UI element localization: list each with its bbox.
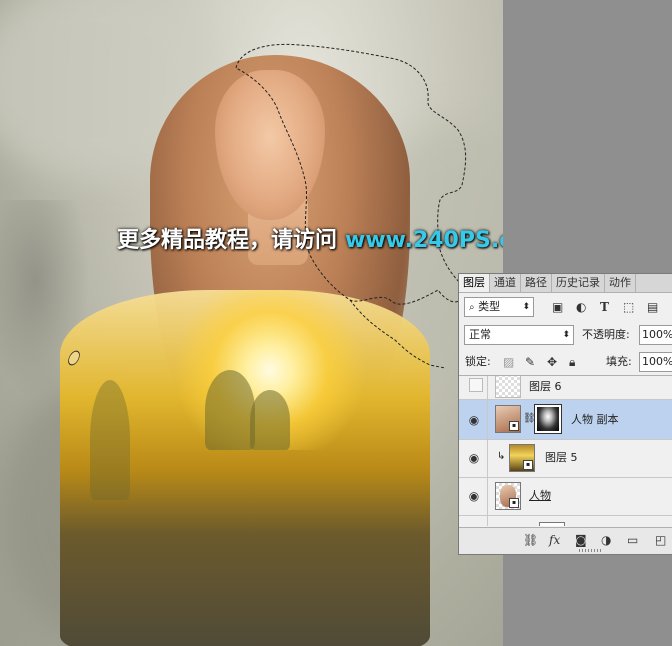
watermark-site: www.240PS.com xyxy=(345,228,503,253)
watermark: 更多精品教程，请访问 www.240PS.com xyxy=(117,222,503,254)
chevron-updown-icon: ⬍ xyxy=(522,302,530,312)
filter-kind-select[interactable]: ⌕ 类型 ⬍ xyxy=(464,297,534,317)
clipping-arrow-icon: ↳ xyxy=(497,451,506,462)
tab-channels[interactable]: 通道 xyxy=(490,274,521,292)
opacity-label: 不透明度: xyxy=(582,328,630,341)
layer-row-layer6[interactable]: 图层 6 xyxy=(459,376,672,400)
smart-object-icon: ▪ xyxy=(509,498,519,508)
search-icon: ⌕ xyxy=(469,302,475,313)
panel-resize-grip[interactable] xyxy=(579,549,601,552)
fill-label: 填充: xyxy=(606,355,632,368)
group-icon[interactable]: ▭ xyxy=(627,533,638,547)
type-filter-icon[interactable]: T xyxy=(600,297,609,317)
lock-transparent-icon[interactable]: ▨ xyxy=(503,352,514,372)
layer-name[interactable]: 人物 副本 xyxy=(571,413,619,427)
opacity-input[interactable]: 100% xyxy=(639,325,672,345)
lock-label: 锁定: xyxy=(465,355,491,368)
tab-paths[interactable]: 路径 xyxy=(521,274,552,292)
layer-name[interactable]: 人物 xyxy=(529,489,551,503)
layer-thumbnail xyxy=(495,376,521,398)
tab-history[interactable]: 历史记录 xyxy=(552,274,605,292)
document-canvas[interactable]: 更多精品教程，请访问 www.240PS.com xyxy=(0,0,503,646)
smart-object-filter-icon[interactable]: ▤ xyxy=(647,297,658,317)
watermark-text: 更多精品教程，请访问 xyxy=(117,228,338,253)
layer-row-person[interactable]: ◉ ▪ 人物 xyxy=(459,478,672,516)
eye-icon[interactable]: ◉ xyxy=(467,489,481,503)
layers-panel: 图层 通道 路径 历史记录 动作 ⌕ 类型 ⬍ ▣ ◐ T ⬚ ▤ 正常 ⬍ 不… xyxy=(458,273,672,555)
visibility-toggle-off[interactable] xyxy=(469,378,483,392)
adjustment-filter-icon[interactable]: ◐ xyxy=(576,297,586,317)
link-icon[interactable]: ⛓ xyxy=(523,413,536,424)
blend-mode-value: 正常 xyxy=(469,328,491,341)
layer-list: 图层 6 ◉ ▪ ⛓ 人物 副本 ◉ ↳ ▪ 图层 5 ◉ ▪ 人物 xyxy=(459,375,672,526)
link-icon[interactable]: ⛓ xyxy=(523,533,538,547)
layers-footer: ⛓ fx ◙ ◑ ▭ ◰ xyxy=(459,527,672,554)
blend-row: 正常 ⬍ 不透明度: 100% xyxy=(459,323,672,347)
layer-row-layer5[interactable]: ◉ ↳ ▪ 图层 5 xyxy=(459,440,672,478)
chevron-updown-icon: ⬍ xyxy=(562,330,570,340)
lock-all-icon[interactable]: 🔒︎ xyxy=(569,352,575,372)
fx-icon[interactable]: fx xyxy=(549,533,560,547)
eye-icon[interactable]: ◉ xyxy=(467,413,481,427)
smart-object-icon: ▪ xyxy=(509,421,519,431)
adjustment-layer-icon[interactable]: ◑ xyxy=(601,533,611,547)
add-mask-icon[interactable]: ◙ xyxy=(575,533,587,547)
smart-object-icon: ▪ xyxy=(523,460,533,470)
lock-position-icon[interactable]: ✥ xyxy=(547,352,557,372)
tab-layers[interactable]: 图层 xyxy=(459,274,490,292)
layer-thumbnail: ▪ xyxy=(495,482,521,510)
blend-mode-select[interactable]: 正常 ⬍ xyxy=(464,325,574,345)
layer-name[interactable]: 图层 5 xyxy=(545,451,578,465)
eye-icon[interactable]: ◉ xyxy=(467,451,481,465)
layer-name[interactable]: 图层 6 xyxy=(529,380,562,394)
lock-row: 锁定: ▨ ✎ ✥ 🔒︎ 填充: 100% xyxy=(459,351,672,373)
layer-thumbnail: ▪ xyxy=(509,444,535,472)
layer-filter-row: ⌕ 类型 ⬍ ▣ ◐ T ⬚ ▤ xyxy=(459,295,672,319)
layer-row-person-copy[interactable]: ◉ ▪ ⛓ 人物 副本 xyxy=(459,400,672,440)
shape-filter-icon[interactable]: ⬚ xyxy=(623,297,634,317)
layer-mask-thumbnail[interactable] xyxy=(534,404,562,434)
new-layer-icon[interactable]: ◰ xyxy=(655,533,666,547)
layer-row-partial xyxy=(459,516,672,526)
lock-pixels-icon[interactable]: ✎ xyxy=(525,352,535,372)
tab-actions[interactable]: 动作 xyxy=(605,274,636,292)
layer-thumbnail: ▪ xyxy=(495,405,521,433)
filter-kind-label: 类型 xyxy=(478,300,501,313)
image-filter-icon[interactable]: ▣ xyxy=(552,297,563,317)
panel-tabs: 图层 通道 路径 历史记录 动作 xyxy=(459,274,672,293)
fill-input[interactable]: 100% xyxy=(639,352,672,372)
layer-thumbnail xyxy=(539,522,565,526)
marching-ants-selection xyxy=(235,43,467,369)
